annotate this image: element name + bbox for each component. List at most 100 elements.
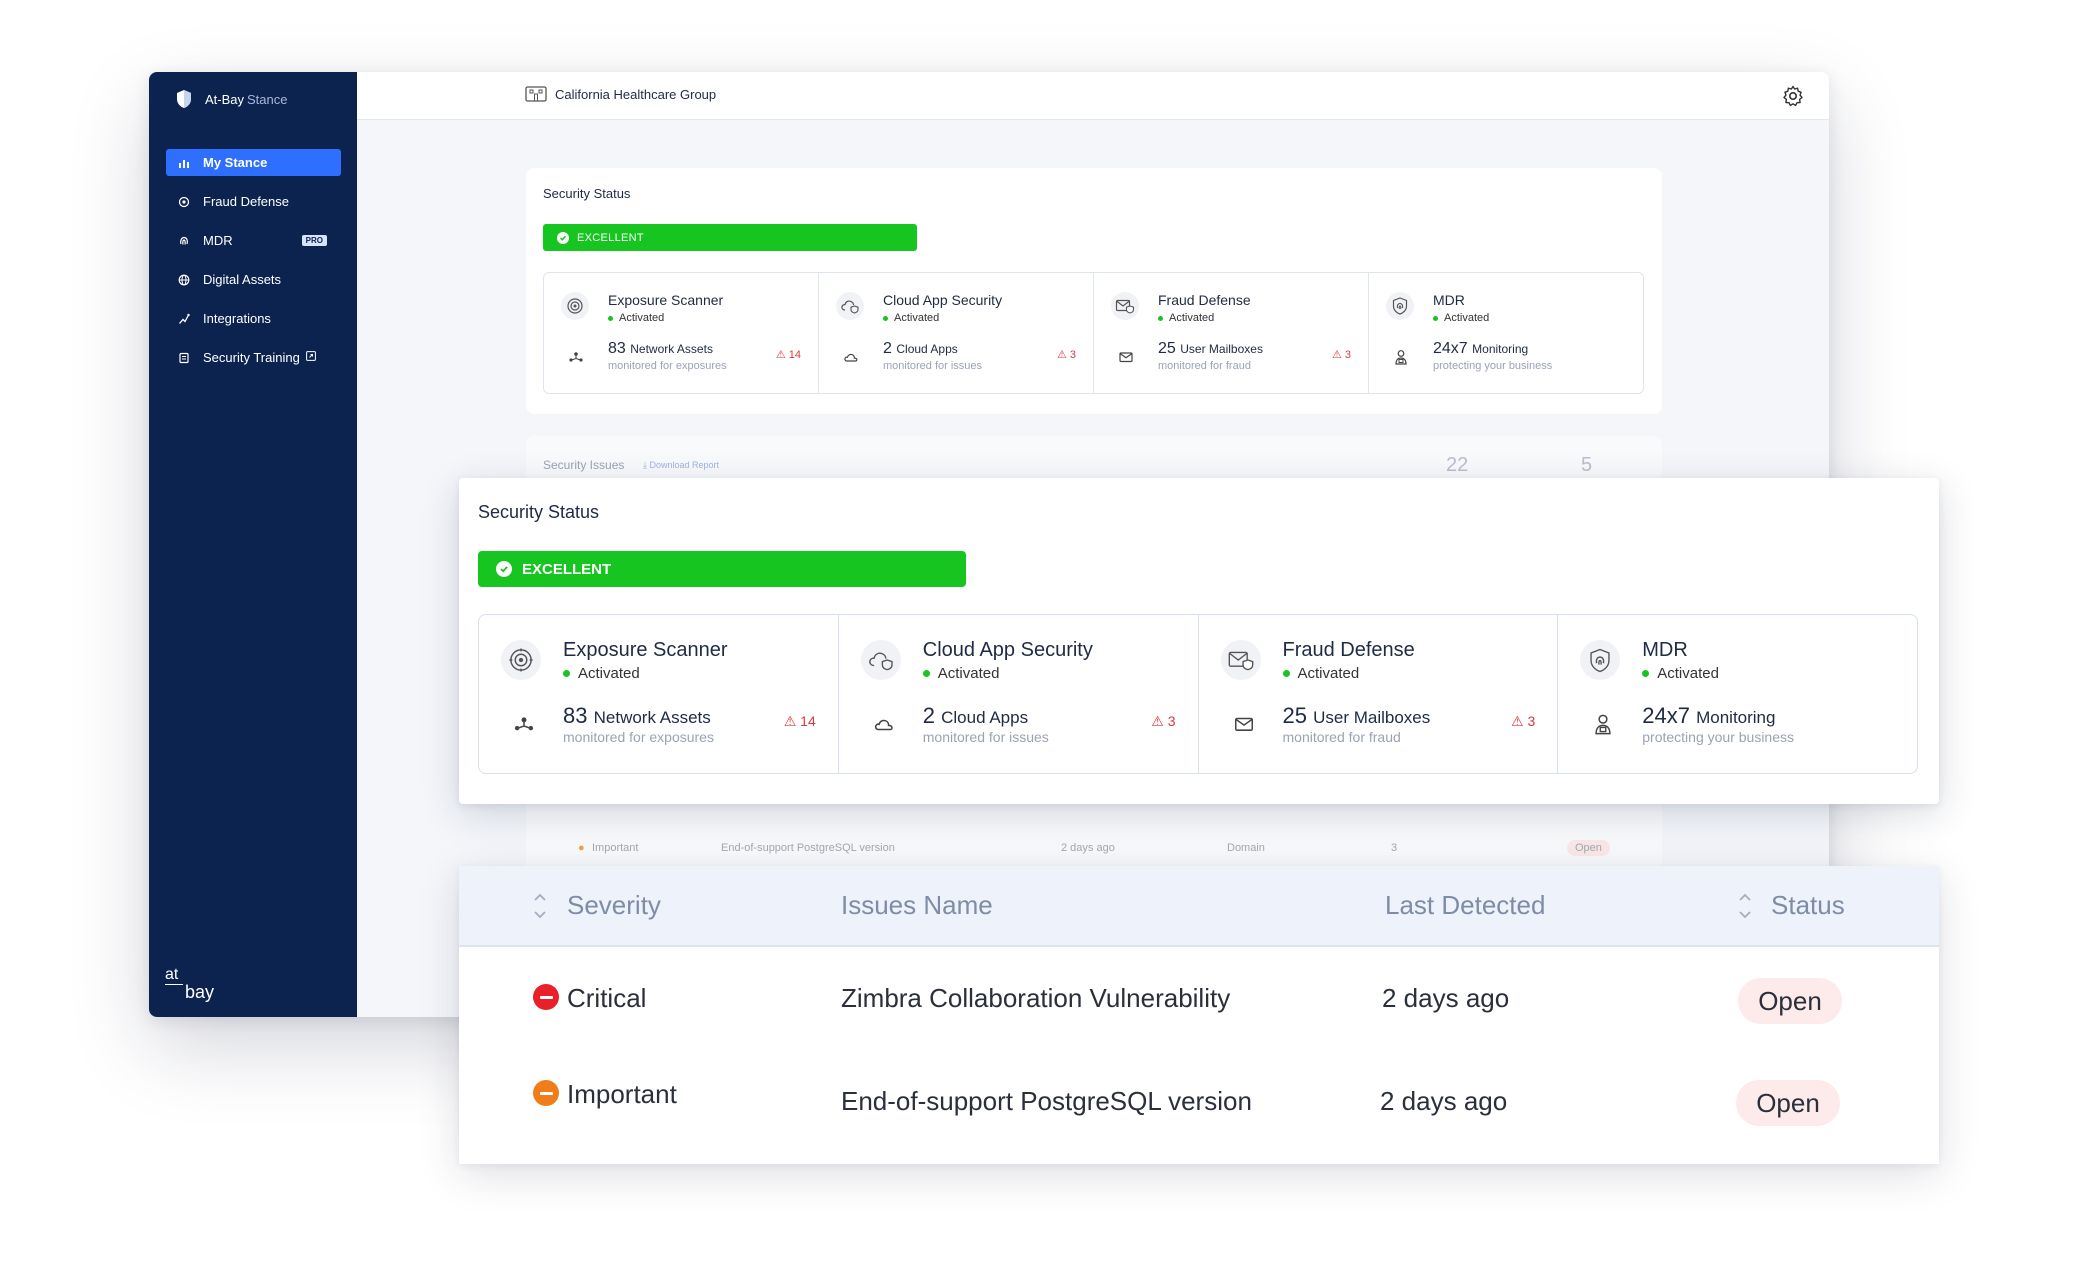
download-report-link[interactable]: ⤓ Download Report <box>643 460 719 471</box>
org-selector[interactable]: California Healthcare Group <box>525 86 716 102</box>
agent-icon <box>1395 350 1407 365</box>
cloud-icon <box>874 719 893 731</box>
sidebar-item-integrations[interactable]: Integrations <box>166 305 341 332</box>
chart-icon <box>178 157 190 169</box>
sidebar-item-my-stance[interactable]: My Stance <box>166 149 341 176</box>
tile-title: Cloud App Security <box>883 292 1003 308</box>
mail-icon <box>1234 717 1253 731</box>
tile-status: Activated <box>563 665 640 682</box>
metric-value: 2 Cloud Apps <box>883 340 958 357</box>
warning-badge[interactable]: ⚠ 3 <box>1151 713 1175 730</box>
sort-icon[interactable] <box>1738 890 1752 922</box>
tile-title: Exposure Scanner <box>608 292 724 308</box>
status-pill[interactable]: Open <box>1738 978 1842 1024</box>
card-title: Security Status <box>543 186 631 201</box>
status-pill: Open <box>1567 840 1610 856</box>
tile-status: Activated <box>1158 312 1214 324</box>
sidebar: At-Bay Stance My Stance Fraud Defense MD… <box>149 72 357 1017</box>
card-title: Security Status <box>478 502 600 522</box>
metric-value: 24x7 Monitoring <box>1433 340 1529 357</box>
sidebar-item-label: Security Training <box>203 350 300 365</box>
severity-label: Important <box>567 1079 677 1109</box>
issue-count: 5 <box>1581 454 1593 476</box>
warning-badge[interactable]: ⚠ 3 <box>1511 713 1535 730</box>
status-badge: EXCELLENT <box>543 224 917 251</box>
issue-name: End-of-support PostgreSQL version <box>841 1086 1252 1116</box>
table-row[interactable]: ● Important End-of-support PostgreSQL ve… <box>149 834 1829 864</box>
scanner-icon <box>561 292 589 320</box>
gear-icon[interactable] <box>1781 84 1805 108</box>
shield-logo-icon <box>177 90 191 108</box>
shield-fingerprint-icon <box>1580 640 1621 680</box>
tile-exposure-scanner[interactable]: Exposure Scanner Activated 83 Network As… <box>544 273 819 393</box>
tile-fraud-defense[interactable]: Fraud Defense Activated 25 User Mailboxe… <box>1094 273 1369 393</box>
brand[interactable]: At-Bay Stance <box>175 86 288 112</box>
sidebar-nav: My Stance Fraud Defense MDR PRO Digital … <box>166 149 341 383</box>
metric-value: 83 Network Assets <box>608 340 713 357</box>
critical-icon <box>533 984 559 1010</box>
scanner-icon <box>501 640 541 680</box>
warning-badge[interactable]: ⚠ 3 <box>1057 348 1076 361</box>
service-tiles: Exposure Scanner Activated 83 Network As… <box>543 272 1644 394</box>
warning-badge[interactable]: ⚠ 14 <box>784 713 816 730</box>
sidebar-item-mdr[interactable]: MDR PRO <box>166 227 341 254</box>
training-icon <box>178 352 190 364</box>
sidebar-item-digital-assets[interactable]: Digital Assets <box>166 266 341 293</box>
tile-title: Fraud Defense <box>1282 639 1415 661</box>
metric-subtitle: monitored for issues <box>922 729 1049 745</box>
issue-name: Zimbra Collaboration Vulnerability <box>841 983 1231 1013</box>
asset-count: 3 <box>1391 842 1398 854</box>
building-icon <box>525 86 547 102</box>
tile-cloud-app-security[interactable]: Cloud App Security Activated 2 Cloud App… <box>819 273 1094 393</box>
brand-name: At-Bay <box>205 91 245 107</box>
tile-status: Activated <box>923 665 1000 682</box>
tile-cloud-app-security[interactable]: Cloud App Security Activated 2 Cloud App… <box>839 615 1199 773</box>
tile-title: MDR <box>1642 639 1688 661</box>
sidebar-item-label: MDR <box>203 233 233 248</box>
tile-title: Fraud Defense <box>1158 292 1251 308</box>
check-icon <box>557 231 569 244</box>
column-header-last-detected[interactable]: Last Detected <box>1385 890 1545 921</box>
fraud-icon <box>178 196 190 208</box>
metric-value: 24x7 Monitoring <box>1642 703 1776 728</box>
tile-exposure-scanner[interactable]: Exposure Scanner Activated 83 Network As… <box>479 615 839 773</box>
check-icon <box>496 561 512 577</box>
column-header-issue-name[interactable]: Issues Name <box>841 890 993 921</box>
severity-label: Important <box>592 842 639 854</box>
cloud-icon <box>844 353 858 362</box>
tile-title: Exposure Scanner <box>563 639 728 661</box>
severity-dot-icon: ● <box>578 842 585 854</box>
status-pill[interactable]: Open <box>1736 1080 1840 1126</box>
cloud-shield-icon <box>860 640 901 680</box>
table-row[interactable]: Important End-of-support PostgreSQL vers… <box>459 1050 1939 1150</box>
warning-badge[interactable]: ⚠ 3 <box>1332 348 1351 361</box>
sidebar-item-label: Integrations <box>203 311 271 326</box>
status-badge: EXCELLENT <box>478 551 966 587</box>
last-detected: 2 days ago <box>1380 1086 1508 1116</box>
globe-icon <box>178 274 190 286</box>
sidebar-item-label: Digital Assets <box>203 272 282 287</box>
cloud-shield-icon <box>836 292 864 320</box>
tile-mdr[interactable]: MDR Activated 24x7 Monitoring protecting… <box>1558 615 1917 773</box>
shield-fingerprint-icon <box>1386 292 1414 320</box>
metric-subtitle: monitored for issues <box>883 360 983 372</box>
metric-subtitle: monitored for exposures <box>563 729 714 745</box>
column-header-status[interactable]: Status <box>1771 890 1845 921</box>
tile-status: Activated <box>608 312 664 324</box>
sort-icon[interactable] <box>533 890 547 922</box>
column-header-severity[interactable]: Severity <box>567 890 661 921</box>
sidebar-item-security-training[interactable]: Security Training <box>166 344 341 371</box>
tile-mdr[interactable]: MDR Activated 24x7 Monitoring protecting… <box>1369 273 1643 393</box>
table-row[interactable]: Critical Zimbra Collaboration Vulnerabil… <box>459 948 1939 1048</box>
service-tiles: Exposure Scanner Activated 83 Network As… <box>478 614 1918 774</box>
mail-icon <box>1119 352 1133 363</box>
security-status-card: Security Status EXCELLENT Exposure Scann… <box>526 168 1662 414</box>
metric-value: 25 User Mailboxes <box>1282 703 1431 728</box>
org-name: California Healthcare Group <box>555 86 717 102</box>
network-icon <box>569 352 583 362</box>
tile-fraud-defense[interactable]: Fraud Defense Activated 25 User Mailboxe… <box>1199 615 1559 773</box>
table-header: Severity Issues Name Last Detected Statu… <box>459 866 1939 947</box>
fingerprint-icon <box>178 235 190 247</box>
warning-badge[interactable]: ⚠ 14 <box>776 348 801 361</box>
sidebar-item-fraud-defense[interactable]: Fraud Defense <box>166 188 341 215</box>
